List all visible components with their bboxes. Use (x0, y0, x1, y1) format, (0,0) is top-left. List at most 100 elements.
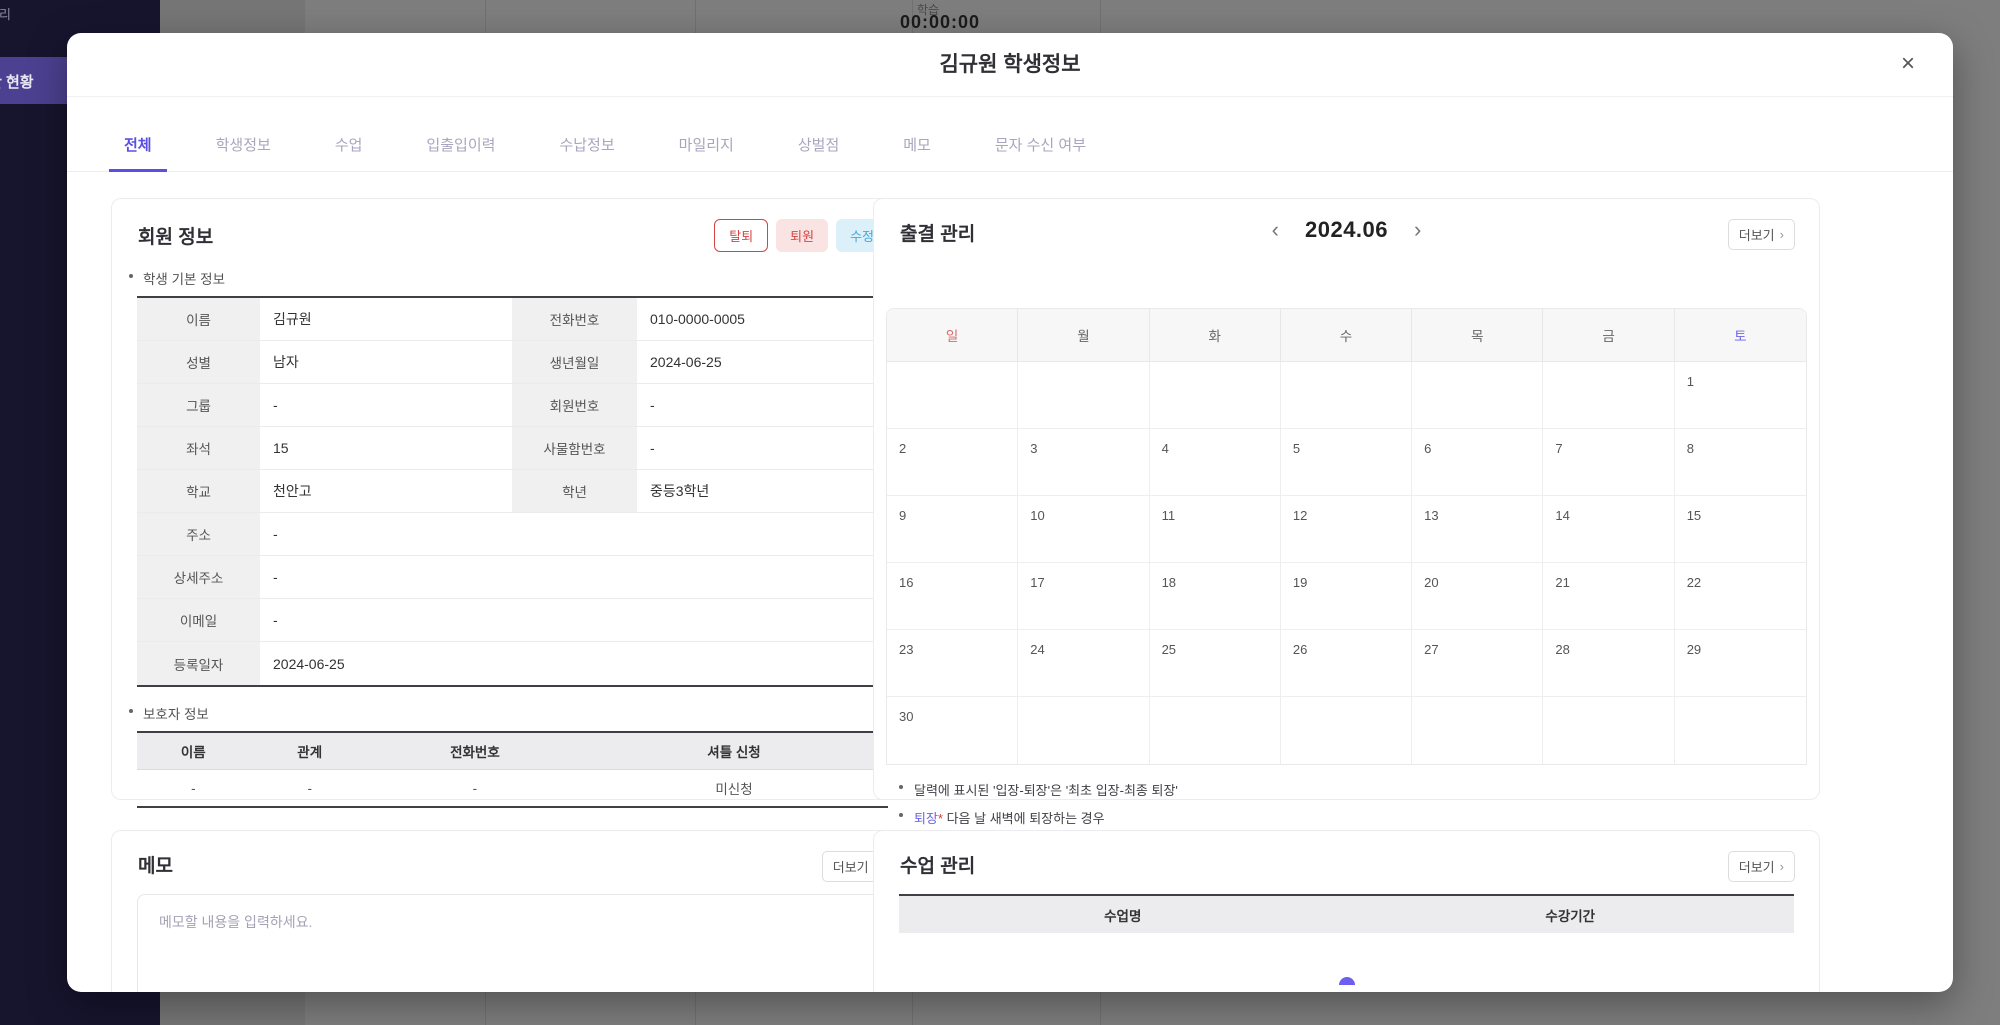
calendar-day-cell: 13 (1412, 496, 1544, 563)
modal-title: 김규원 학생정보 (939, 53, 1081, 76)
calendar-day-cell: 21 (1543, 563, 1675, 630)
day-header-wed: 수 (1281, 309, 1413, 361)
tab-bar: 전체 학생정보 수업 입출입이력 수납정보 마일리지 상벌점 메모 문자 수신 … (67, 97, 1953, 172)
tab-mileage[interactable]: 마일리지 (664, 134, 749, 171)
calendar-day-cell: 24 (1018, 630, 1150, 697)
calendar-day-cell: 5 (1280, 429, 1413, 496)
guardian-info-table: 이름 관계 전화번호 셔틀 신청 - - - 미신청 (137, 731, 888, 808)
calendar-month-nav: ‹ 2024.06 › (874, 217, 1819, 243)
member-info-title: 회원 정보 (138, 227, 214, 248)
close-icon[interactable]: × (1891, 47, 1925, 81)
day-header-thu: 목 (1412, 309, 1544, 361)
note-line: 달력에 표시된 '입장-퇴장'은 '최초 입장-최종 퇴장' (899, 780, 1819, 799)
calendar-day-cell: 23 (887, 630, 1019, 697)
guardian-value: - (191, 780, 196, 796)
tab-memo[interactable]: 메모 (888, 134, 946, 171)
class-more-button[interactable]: 더보기 › (1727, 851, 1795, 882)
calendar-day-cell (1543, 697, 1675, 764)
tab-entry-history[interactable]: 입출입이력 (411, 134, 510, 171)
field-value: 2024-06-25 (273, 655, 345, 672)
calendar-day-cell: 11 (1149, 496, 1281, 563)
calendar-day-cell: 17 (1018, 563, 1150, 630)
calendar-day-cell: 26 (1280, 630, 1413, 697)
guardian-header: 이름 (137, 733, 250, 770)
calendar-day-cell (1281, 697, 1413, 764)
calendar-day-cell: 8 (1674, 429, 1806, 496)
calendar-day-cell (1280, 362, 1413, 429)
field-value: 김규원 (260, 298, 512, 341)
field-label: 전화번호 (512, 298, 637, 341)
day-header-mon: 월 (1018, 309, 1150, 361)
calendar-day-cell: 9 (887, 496, 1019, 563)
student-info-modal: 김규원 학생정보 × 전체 학생정보 수업 입출입이력 수납정보 마일리지 상벌… (67, 33, 1953, 992)
memo-input[interactable] (137, 894, 890, 992)
calendar-day-cell (887, 362, 1019, 429)
day-header-sun: 일 (887, 309, 1019, 361)
day-header-sat: 토 (1734, 329, 1747, 344)
loading-spinner-icon (1338, 977, 1355, 985)
guardian-header: 전화번호 (369, 733, 581, 770)
guardian-section-label: 보호자 정보 (129, 703, 913, 723)
calendar-grid: 1 2 3 4 5 6 7 8 9 10 11 12 13 14 15 16 1… (887, 362, 1806, 764)
field-value: 중등3학년 (637, 470, 888, 513)
calendar-day-cell: 1 (1674, 362, 1806, 429)
calendar-day-cell (1150, 697, 1281, 764)
tab-payment[interactable]: 수납정보 (544, 134, 629, 171)
day-header-fri: 금 (1543, 309, 1675, 361)
guardian-value: 미신청 (715, 782, 753, 797)
leave-button[interactable]: 퇴원 (776, 219, 829, 252)
chevron-right-icon: › (1779, 859, 1784, 874)
field-label: 그룹 (137, 384, 260, 427)
day-header-tue: 화 (1150, 309, 1281, 361)
attendance-more-button[interactable]: 더보기 › (1727, 219, 1795, 250)
field-value: 2024-06-25 (637, 341, 888, 384)
field-label: 상세주소 (137, 556, 260, 599)
guardian-value: - (472, 780, 478, 796)
calendar-day-headers: 일 월 화 수 목 금 토 (887, 309, 1806, 362)
field-value: 남자 (260, 341, 512, 384)
calendar-day-cell (1675, 697, 1806, 764)
basic-info-section-label: 학생 기본 정보 (129, 268, 913, 288)
calendar-day-cell (1018, 362, 1150, 429)
note-line: 퇴장* 다음 날 새벽에 퇴장하는 경우 (899, 808, 1819, 827)
calendar-day-cell: 27 (1412, 630, 1544, 697)
tab-class[interactable]: 수업 (320, 134, 378, 171)
calendar-day-cell: 29 (1674, 630, 1806, 697)
field-label: 등록일자 (137, 642, 260, 685)
student-basic-info-table: 이름 김규원 전화번호 010-0000-0005 성별 남자 생년월일 202… (137, 296, 888, 687)
field-label: 주소 (137, 513, 260, 556)
field-value: - (260, 599, 888, 642)
calendar-day-cell: 28 (1543, 630, 1675, 697)
class-table-header-name: 수업명 (899, 896, 1347, 933)
tab-points[interactable]: 상벌점 (783, 134, 854, 171)
calendar-day-cell: 7 (1543, 429, 1675, 496)
tab-all[interactable]: 전체 (109, 134, 167, 172)
calendar-day-cell: 25 (1149, 630, 1281, 697)
calendar-day-cell: 2 (887, 429, 1019, 496)
attendance-notes: 달력에 표시된 '입장-퇴장'은 '최초 입장-최종 퇴장' 퇴장* 다음 날 … (899, 780, 1819, 827)
memo-title: 메모 (138, 856, 173, 877)
calendar-day-cell (1149, 362, 1281, 429)
field-label: 좌석 (137, 427, 260, 470)
member-info-card: 회원 정보 탈퇴 퇴원 수정 학생 기본 정보 이름 김규원 전화번호 010-… (111, 198, 914, 808)
field-label: 생년월일 (512, 341, 637, 384)
checkout-legend-label: 퇴장 (914, 811, 938, 826)
calendar-day-cell: 19 (1280, 563, 1413, 630)
field-value: - (260, 384, 512, 427)
calendar-day-cell: 14 (1543, 496, 1675, 563)
field-value: 010-0000-0005 (637, 298, 888, 341)
tab-student-info[interactable]: 학생정보 (201, 134, 286, 171)
field-label: 이메일 (137, 599, 260, 642)
tab-sms[interactable]: 문자 수신 여부 (980, 134, 1101, 171)
prev-month-icon[interactable]: ‹ (1272, 219, 1279, 241)
calendar-day-cell: 6 (1412, 429, 1544, 496)
calendar-day-cell (1412, 697, 1544, 764)
calendar-day-cell: 22 (1674, 563, 1806, 630)
withdraw-button[interactable]: 탈퇴 (714, 219, 769, 252)
field-value: - (637, 427, 888, 470)
next-month-icon[interactable]: › (1414, 219, 1421, 241)
calendar-day-cell: 20 (1412, 563, 1544, 630)
chevron-right-icon: › (1779, 227, 1784, 242)
calendar-month-label: 2024.06 (1304, 217, 1389, 242)
calendar-day-cell: 4 (1149, 429, 1281, 496)
